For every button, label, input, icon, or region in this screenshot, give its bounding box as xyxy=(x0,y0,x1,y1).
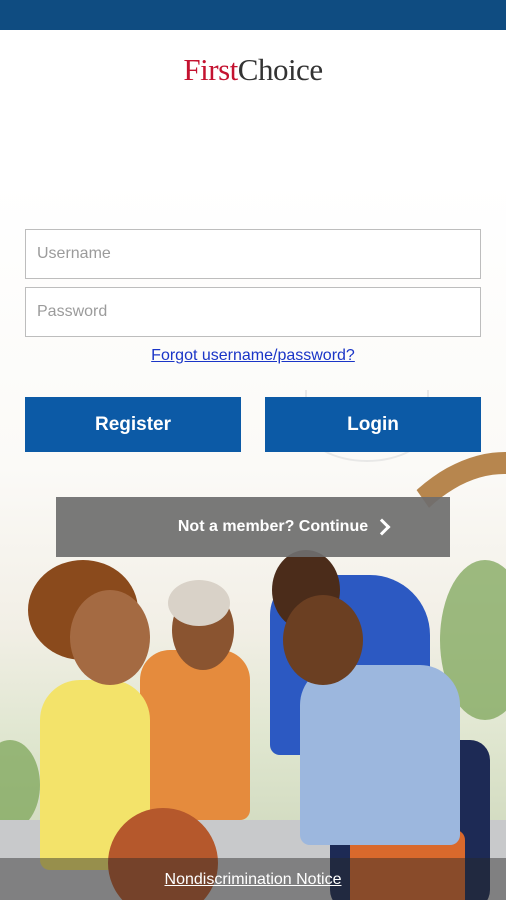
continue-button[interactable]: Not a member? Continue xyxy=(56,497,450,557)
username-input[interactable]: Username xyxy=(25,229,481,279)
tree xyxy=(0,740,40,830)
firstchoice-logo: FirstChoice xyxy=(0,52,506,88)
girl-face xyxy=(70,590,150,685)
register-button[interactable]: Register xyxy=(25,397,241,452)
boy-body xyxy=(300,665,460,845)
login-button[interactable]: Login xyxy=(265,397,481,452)
grandmother-hair xyxy=(168,580,230,626)
password-input[interactable]: Password xyxy=(25,287,481,337)
chevron-right-icon xyxy=(373,518,391,536)
boy-face xyxy=(283,595,363,685)
logo-choice-text: Choice xyxy=(237,52,323,87)
forgot-credentials-link[interactable]: Forgot username/password? xyxy=(0,347,506,365)
grandmother-body xyxy=(140,650,250,820)
status-bar xyxy=(0,0,506,30)
logo-first-text: First xyxy=(183,52,238,87)
username-placeholder: Username xyxy=(37,245,111,262)
password-placeholder: Password xyxy=(37,303,108,320)
continue-label: Not a member? Continue xyxy=(177,518,369,535)
nondiscrimination-notice-link[interactable]: Nondiscrimination Notice xyxy=(0,871,506,889)
